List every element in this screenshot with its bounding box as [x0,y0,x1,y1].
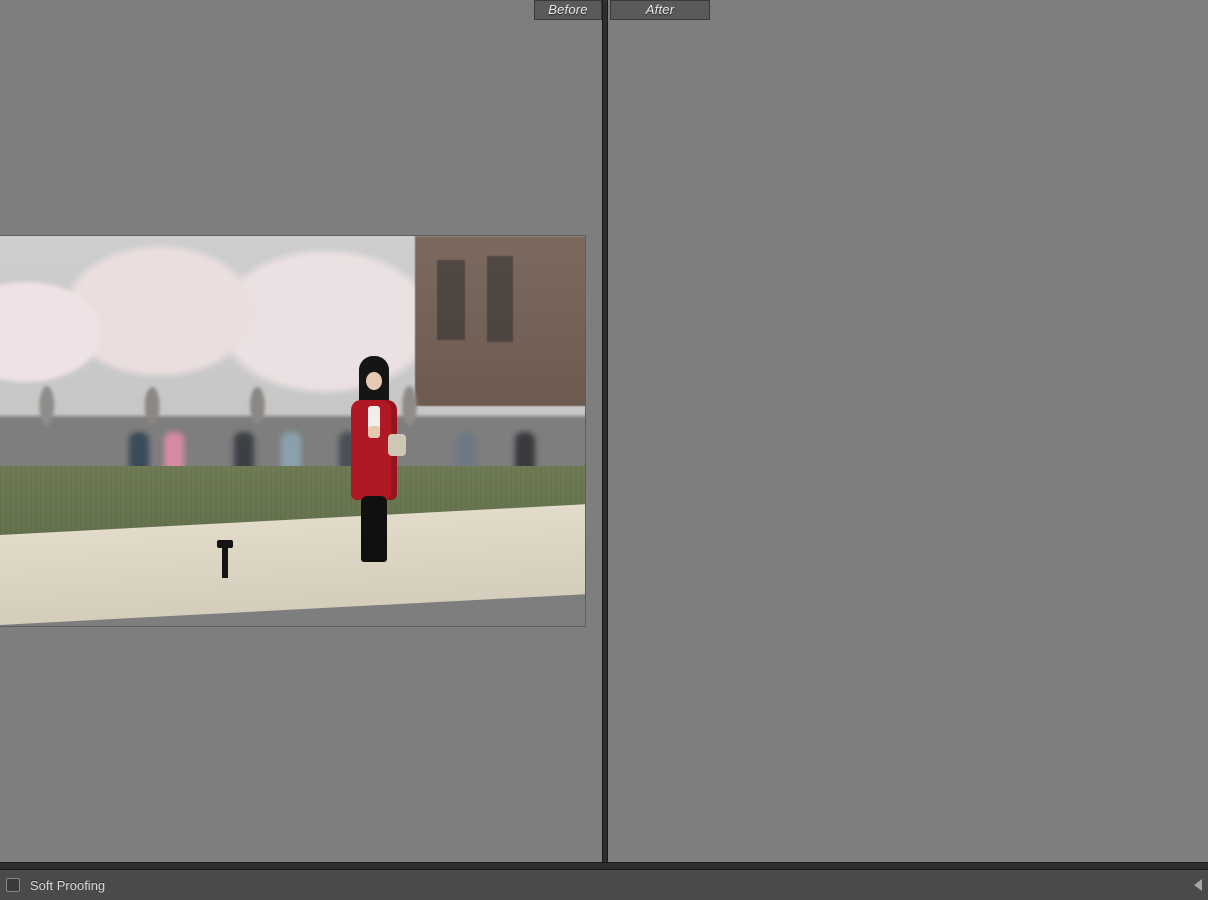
soft-proofing-checkbox[interactable] [6,878,20,892]
bottom-toolbar: Soft Proofing [0,870,1208,900]
before-photo-content [0,236,585,626]
after-panel[interactable] [608,0,1208,862]
before-photo[interactable] [0,236,585,626]
toolbar-separator [0,862,1208,870]
compare-canvas: Before After Soft Proofing [0,0,1208,900]
before-panel[interactable] [0,0,602,862]
panel-disclosure-icon[interactable] [1194,879,1202,891]
soft-proofing-label[interactable]: Soft Proofing [30,878,105,893]
before-badge: Before [534,0,602,20]
after-badge: After [610,0,710,20]
